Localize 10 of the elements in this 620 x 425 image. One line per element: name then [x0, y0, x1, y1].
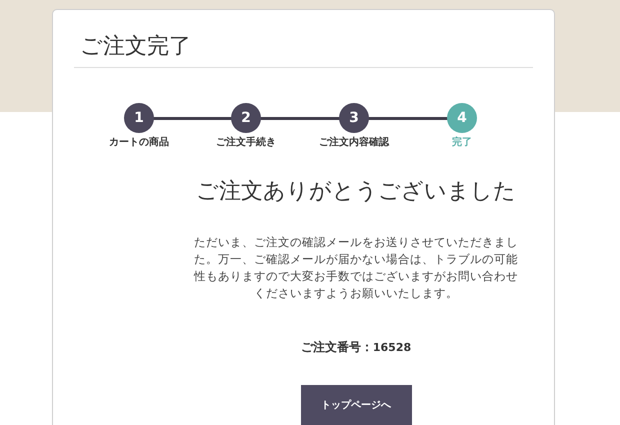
page-title: ご注文完了	[79, 33, 192, 61]
order-number-label: ご注文番号：	[300, 339, 373, 356]
thank-you-heading: ご注文ありがとうございました	[196, 178, 516, 206]
order-number: 16528	[372, 340, 412, 356]
step-label: カートの商品	[108, 135, 170, 150]
confirmation-message: ただいま、ご注文の確認メールをお送りさせていただきました。万一、ご確認メールが届かない場合は、トラブルの可能性もありますので大変お手数ではございますがお問い合わせくださいますようお願いいたします。	[192, 234, 519, 302]
step-label: 完了	[451, 135, 473, 150]
step-label: ご注文手続き	[215, 135, 277, 150]
step-label: ご注文内容確認	[318, 135, 390, 150]
top-page-button[interactable]: トップページへ	[300, 384, 412, 425]
